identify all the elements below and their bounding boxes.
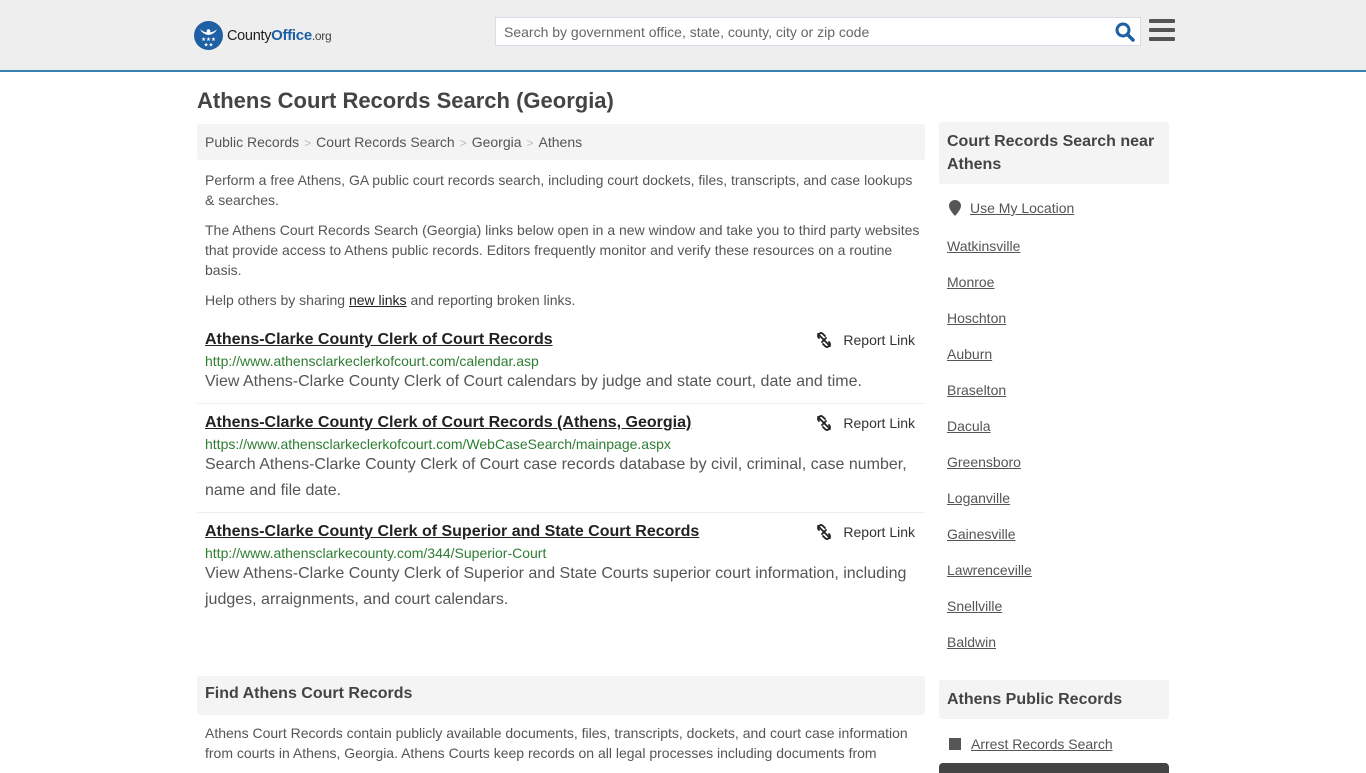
sidebar-dark-panel: [939, 763, 1169, 773]
nearby-link[interactable]: Watkinsville: [947, 236, 1167, 272]
broken-link-icon: [817, 332, 832, 348]
nearby-link[interactable]: Braselton: [947, 380, 1167, 416]
breadcrumb: Public Records > Court Records Search > Geor…: [197, 124, 925, 160]
nearby-link[interactable]: Monroe: [947, 272, 1167, 308]
nearby-link[interactable]: Auburn: [947, 344, 1167, 380]
svg-text:★★: ★★: [204, 41, 214, 48]
nearby-link[interactable]: Dacula: [947, 416, 1167, 452]
report-link-button[interactable]: Report Link: [816, 524, 915, 540]
nearby-link[interactable]: Greensboro: [947, 452, 1167, 488]
search-button[interactable]: [1114, 21, 1136, 43]
search-input[interactable]: [496, 18, 1096, 45]
nearby-list: Watkinsville Monroe Hoschton Auburn Bras…: [947, 236, 1167, 668]
nearby-link[interactable]: Lawrenceville: [947, 560, 1167, 596]
intro-text: Perform a free Athens, GA public court r…: [205, 170, 920, 320]
public-record-item: Arrest Records Search: [949, 736, 1113, 752]
find-section-heading: Find Athens Court Records: [197, 676, 925, 715]
result-title-link[interactable]: Athens-Clarke County Clerk of Court Reco…: [205, 414, 691, 432]
intro-paragraph: The Athens Court Records Search (Georgia…: [205, 222, 920, 278]
public-records-heading: Athens Public Records: [939, 680, 1169, 719]
logo[interactable]: ★★★ ★★ CountyOffice.org: [194, 20, 332, 50]
result-item: Athens-Clarke County Clerk of Superior a…: [197, 513, 925, 621]
breadcrumb-separator: >: [459, 136, 467, 150]
result-title-link[interactable]: Athens-Clarke County Clerk of Superior a…: [205, 523, 699, 541]
result-url: http://www.athensclarkecounty.com/344/Su…: [205, 545, 547, 561]
page-title: Athens Court Records Search (Georgia): [197, 88, 614, 113]
broken-link-icon: [817, 524, 832, 540]
logo-text: CountyOffice.org: [227, 26, 332, 44]
result-title-link[interactable]: Athens-Clarke County Clerk of Court Reco…: [205, 331, 553, 349]
result-description: View Athens-Clarke County Clerk of Super…: [205, 565, 907, 608]
nearby-link[interactable]: Snellville: [947, 596, 1167, 632]
intro-paragraph: Perform a free Athens, GA public court r…: [205, 172, 913, 208]
search-icon: [1115, 22, 1135, 42]
breadcrumb-athens[interactable]: Athens: [539, 134, 583, 150]
use-my-location-link[interactable]: Use My Location: [970, 200, 1074, 216]
report-link-button[interactable]: Report Link: [816, 415, 915, 431]
arrest-records-link[interactable]: Arrest Records Search: [971, 736, 1113, 752]
nearby-link[interactable]: Loganville: [947, 488, 1167, 524]
result-url: https://www.athensclarkeclerkofcourt.com…: [205, 436, 671, 452]
nearby-heading: Court Records Search near Athens: [939, 122, 1169, 184]
search-bar: [495, 17, 1141, 46]
hamburger-menu-icon[interactable]: [1149, 19, 1175, 43]
result-description: View Athens-Clarke County Clerk of Court…: [205, 373, 862, 390]
result-item: Athens-Clarke County Clerk of Court Reco…: [197, 321, 925, 404]
eagle-logo-icon: ★★★ ★★: [194, 20, 223, 50]
breadcrumb-court-records-search[interactable]: Court Records Search: [316, 134, 455, 150]
use-location: Use My Location: [949, 200, 1074, 216]
breadcrumb-separator: >: [526, 136, 534, 150]
site-header: ★★★ ★★ CountyOffice.org: [0, 0, 1366, 72]
new-links-link[interactable]: new links: [349, 292, 407, 308]
map-pin-icon: [949, 200, 961, 216]
broken-link-icon: [817, 415, 832, 431]
result-item: Athens-Clarke County Clerk of Court Reco…: [197, 404, 925, 513]
results-list: Athens-Clarke County Clerk of Court Reco…: [197, 321, 925, 621]
nearby-link[interactable]: Hoschton: [947, 308, 1167, 344]
result-description: Search Athens-Clarke County Clerk of Cou…: [205, 456, 907, 499]
breadcrumb-georgia[interactable]: Georgia: [472, 134, 522, 150]
report-link-button[interactable]: Report Link: [816, 332, 915, 348]
square-bullet-icon: [949, 738, 961, 750]
breadcrumb-separator: >: [304, 136, 312, 150]
find-section-text: Athens Court Records contain publicly av…: [205, 725, 908, 761]
intro-paragraph: Help others by sharing new links and rep…: [205, 292, 576, 308]
result-url: http://www.athensclarkeclerkofcourt.com/…: [205, 353, 539, 369]
nearby-link[interactable]: Gainesville: [947, 524, 1167, 560]
breadcrumb-public-records[interactable]: Public Records: [205, 134, 299, 150]
nearby-link[interactable]: Baldwin: [947, 632, 1167, 668]
